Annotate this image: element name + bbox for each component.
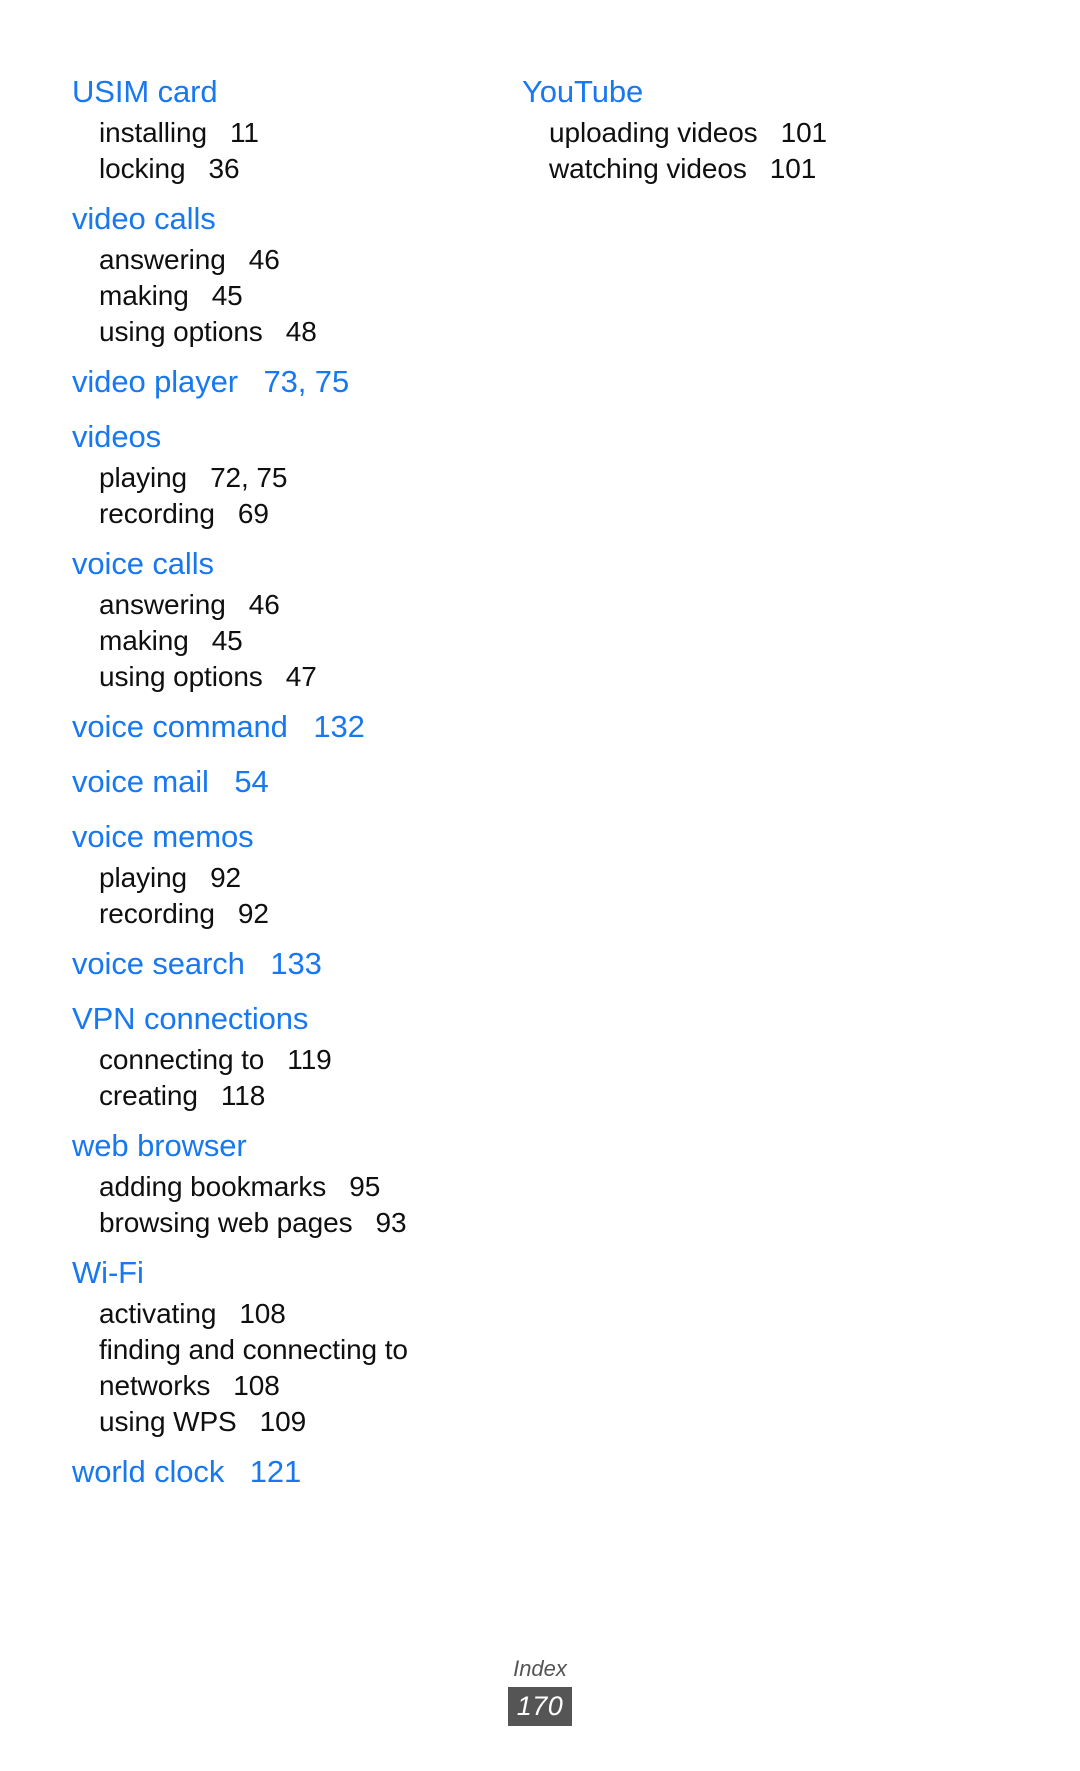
index-entry: VPN connections connecting to 119 creating… (72, 987, 472, 1114)
index-subentry: adding bookmarks 95 (99, 1171, 381, 1202)
index-entry: voice mail 54 (72, 750, 472, 805)
index-term: video player 73, 75 (72, 364, 350, 399)
index-subentry: connecting to 119 (99, 1044, 332, 1075)
index-entry: video calls answering 46 making 45 using op… (72, 187, 472, 350)
index-subentry: locking 36 (99, 153, 240, 184)
index-term: video calls (72, 201, 216, 236)
index-subentry: playing 72, 75 (99, 462, 288, 493)
index-subentry: installing 11 (99, 117, 259, 148)
page-number-badge: 170 (507, 1687, 573, 1726)
index-term: Wi-Fi (72, 1255, 144, 1290)
index-entry: web browser adding bookmarks 95 browsing w… (72, 1114, 472, 1241)
index-term: videos (72, 419, 162, 454)
index-entry: voice calls answering 46 making 45 using op… (72, 532, 472, 695)
index-term: world clock 121 (72, 1454, 302, 1489)
index-entry: YouTube uploading videos 101 watching vide… (522, 60, 922, 187)
index-term: YouTube (522, 74, 644, 109)
index-subentry: recording 69 (99, 498, 269, 529)
index-subentry: activating 108 (99, 1298, 286, 1329)
index-subentry: answering 46 (99, 244, 280, 275)
index-subentry: uploading videos 101 (549, 117, 828, 148)
index-term: voice mail 54 (72, 764, 269, 799)
index-subentry: watching videos 101 (549, 153, 817, 184)
index-term: voice command 132 (72, 709, 365, 744)
index-subentry: using WPS 109 (99, 1406, 307, 1437)
index-entry: voice memos playing 92 recording 92 (72, 805, 472, 932)
index-subentry: making 45 (99, 280, 243, 311)
page-footer: Index 170 (0, 1655, 1080, 1726)
index-subentry: recording 92 (99, 898, 269, 929)
index-entry: world clock 121 (72, 1440, 472, 1495)
index-entry: voice search 133 (72, 932, 472, 987)
index-subentry: finding and connecting to networks 108 (99, 1334, 416, 1401)
index-entry: videos playing 72, 75 recording 69 (72, 405, 472, 532)
index-columns: USIM card installing 11 locking 36 video ca… (72, 60, 952, 1495)
index-entry: Wi-Fi activating 108 finding and connectin… (72, 1241, 472, 1440)
right-column: YouTube uploading videos 101 watching vide… (522, 60, 922, 187)
index-subentry: using options 48 (99, 316, 317, 347)
index-subentry: browsing web pages 93 (99, 1207, 407, 1238)
index-term: web browser (72, 1128, 247, 1163)
index-term: voice calls (72, 546, 214, 581)
index-page: USIM card installing 11 locking 36 video ca… (0, 0, 1080, 1771)
footer-section-label: Index (513, 1656, 567, 1681)
index-term: VPN connections (72, 1001, 309, 1036)
index-term: voice memos (72, 819, 254, 854)
left-column: USIM card installing 11 locking 36 video ca… (72, 60, 472, 1495)
index-subentry: playing 92 (99, 862, 242, 893)
index-subentry: creating 118 (99, 1080, 266, 1111)
index-term: USIM card (72, 74, 218, 109)
index-subentry: using options 47 (99, 661, 317, 692)
index-entry: voice command 132 (72, 695, 472, 750)
index-entry: video player 73, 75 (72, 350, 472, 405)
index-term: voice search 133 (72, 946, 322, 981)
index-entry: USIM card installing 11 locking 36 (72, 60, 472, 187)
index-subentry: making 45 (99, 625, 243, 656)
index-subentry: answering 46 (99, 589, 280, 620)
